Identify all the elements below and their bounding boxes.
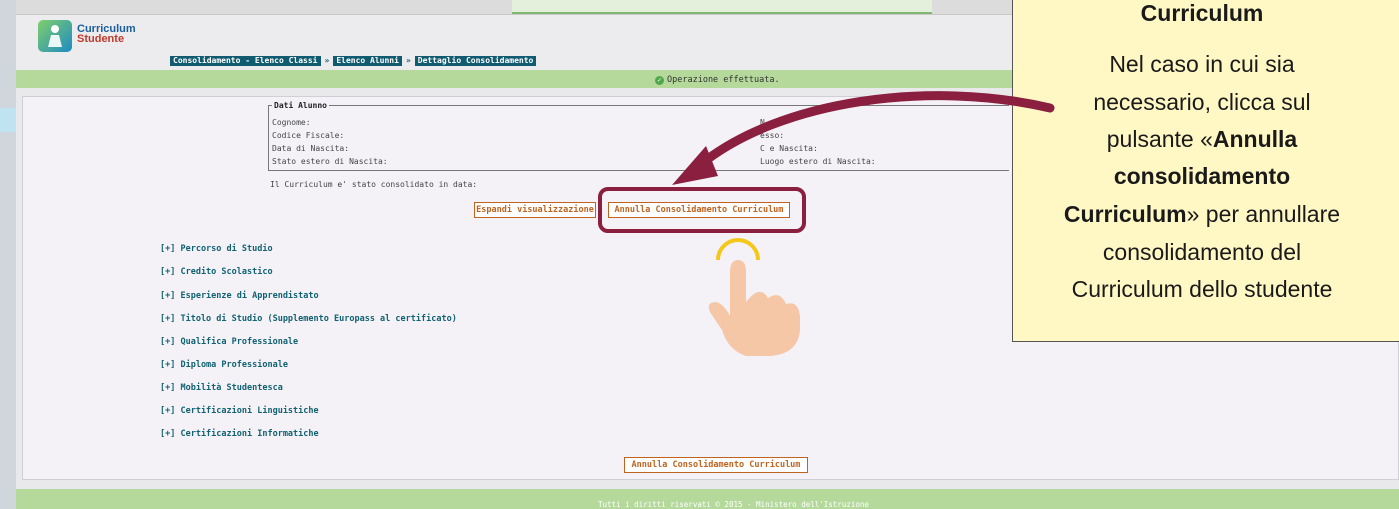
callout-line: Nel caso in cui sia (1109, 51, 1295, 77)
callout-line: Curriculum» per annullare (992, 200, 1399, 228)
breadcrumb-classi[interactable]: Consolidamento - Elenco Classi (170, 55, 321, 66)
field-comune-nascita: C e Nascita: (760, 144, 818, 153)
callout-line: necessario, clicca sul (1093, 89, 1311, 115)
section-esperienze-apprendistato[interactable]: [+] Esperienze di Apprendistato (160, 291, 319, 301)
breadcrumb: Consolidamento - Elenco Classi » Elenco … (170, 55, 537, 66)
app-logo[interactable]: Curriculum Studente (38, 20, 168, 52)
logo-subtitle: Studente (77, 33, 125, 45)
callout-title: Curriculum (1140, 0, 1264, 26)
section-percorso-studio[interactable]: [+] Percorso di Studio (160, 244, 273, 254)
highlight-box (598, 187, 806, 233)
callout-text: » per annullare (1186, 201, 1341, 227)
callout-bold: Annulla (1212, 126, 1298, 152)
section-titolo-studio[interactable]: [+] Titolo di Studio (Supplemento Europa… (160, 314, 457, 324)
callout-text: pulsante « (1106, 126, 1213, 152)
background-window-strip (512, 0, 932, 14)
field-nome: N (760, 118, 765, 127)
field-data-nascita: Data di Nascita: (272, 144, 350, 153)
field-stato-estero: Stato estero di Nascita: (272, 157, 388, 166)
callout-line: pulsante «Annulla (1012, 125, 1392, 153)
logo-icon (38, 20, 72, 52)
callout-line: consolidamento (1113, 163, 1291, 189)
student-fieldset-legend: Dati Alunno (272, 101, 329, 110)
expand-view-button[interactable]: Espandi visualizzazione (474, 202, 596, 218)
status-text: Operazione effettuata. (667, 75, 780, 85)
check-circle-icon: ✓ (655, 75, 664, 85)
section-mobilita-studentesca[interactable]: [+] Mobilità Studentesca (160, 383, 283, 393)
background-window-left (0, 0, 16, 509)
callout-line: consolidamento del (1102, 239, 1302, 265)
callout-line: Curriculum dello studente (1071, 276, 1333, 302)
field-cognome: Cognome: (272, 118, 311, 127)
background-window-band (0, 108, 16, 132)
breadcrumb-separator: » (405, 56, 411, 65)
callout-bold: Curriculum (1063, 201, 1187, 227)
breadcrumb-alunni[interactable]: Elenco Alunni (333, 55, 402, 66)
annulla-consolidamento-bottom-button[interactable]: Annulla Consolidamento Curriculum (624, 457, 808, 473)
section-certificazioni-informatiche[interactable]: [+] Certificazioni Informatiche (160, 429, 319, 439)
section-qualifica-professionale[interactable]: [+] Qualifica Professionale (160, 337, 298, 347)
consolidated-date-text: Il Curriculum e' stato consolidato in da… (270, 180, 478, 189)
footer-text: Tutti i diritti riservati © 2015 - Minis… (598, 500, 869, 509)
field-sesso: esso: (760, 131, 785, 140)
breadcrumb-dettaglio[interactable]: Dettaglio Consolidamento (414, 55, 537, 66)
breadcrumb-separator: » (324, 56, 330, 65)
field-codice-fiscale: Codice Fiscale: (272, 131, 345, 140)
section-certificazioni-linguistiche[interactable]: [+] Certificazioni Linguistiche (160, 406, 319, 416)
section-credito-scolastico[interactable]: [+] Credito Scolastico (160, 267, 273, 277)
field-luogo-estero: Luogo estero di Nascita: (760, 157, 876, 166)
section-diploma-professionale[interactable]: [+] Diploma Professionale (160, 360, 288, 370)
status-message: ✓ Operazione effettuata. (655, 75, 780, 85)
